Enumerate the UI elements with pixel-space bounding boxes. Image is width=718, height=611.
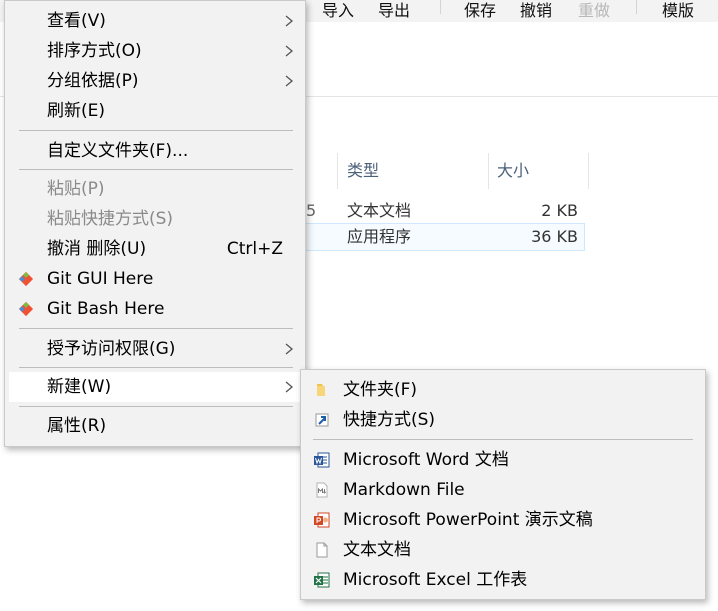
menu-separator bbox=[313, 439, 693, 440]
chevron-right-icon bbox=[285, 381, 294, 393]
excel-icon bbox=[314, 572, 330, 588]
menu-item-refresh[interactable]: 刷新(E) bbox=[5, 96, 305, 126]
template-button[interactable]: 模版 bbox=[662, 0, 694, 21]
submenu-item-label: Microsoft PowerPoint 演示文稿 bbox=[343, 510, 593, 530]
file-type: 应用程序 bbox=[347, 227, 412, 246]
menu-item-undo-delete[interactable]: 撤消 删除(U) Ctrl+Z bbox=[5, 234, 305, 264]
chevron-right-icon bbox=[285, 15, 294, 27]
menu-separator bbox=[19, 406, 293, 407]
menu-item-new[interactable]: 新建(W) bbox=[9, 372, 301, 402]
file-date-fragment: 5 bbox=[306, 201, 317, 220]
menu-separator bbox=[19, 367, 293, 368]
undo-button[interactable]: 撤销 bbox=[520, 0, 552, 21]
submenu-item-label: 快捷方式(S) bbox=[343, 410, 436, 430]
shortcut-arrow-icon bbox=[315, 413, 329, 427]
submenu-item-label: Markdown File bbox=[343, 480, 465, 500]
menu-item-label: 粘贴(P) bbox=[47, 179, 105, 199]
menu-item-label: 属性(R) bbox=[47, 416, 107, 436]
menu-item-label: Git GUI Here bbox=[47, 269, 154, 289]
submenu-item-folder[interactable]: 文件夹(F) bbox=[301, 375, 705, 405]
menu-item-shortcut: Ctrl+Z bbox=[226, 239, 283, 259]
submenu-item-excel[interactable]: Microsoft Excel 工作表 bbox=[301, 565, 705, 595]
submenu-item-label: Microsoft Word 文档 bbox=[343, 450, 509, 470]
git-diamond-icon bbox=[18, 271, 34, 287]
powerpoint-icon bbox=[314, 512, 330, 528]
context-menu: 查看(V) 排序方式(O) 分组依据(P) 刷新(E) 自定义文件夹(F)...… bbox=[4, 0, 306, 447]
file-size: 36 KB bbox=[531, 227, 578, 246]
menu-item-label: 排序方式(O) bbox=[47, 41, 142, 61]
menu-item-label: 分组依据(P) bbox=[47, 71, 139, 91]
menu-item-sort[interactable]: 排序方式(O) bbox=[5, 36, 305, 66]
folder-icon bbox=[317, 384, 325, 396]
menu-item-label: 新建(W) bbox=[47, 377, 112, 397]
submenu-item-label: Microsoft Excel 工作表 bbox=[343, 570, 528, 590]
text-file-icon bbox=[316, 542, 328, 558]
chevron-right-icon bbox=[285, 45, 294, 57]
submenu-item-label: 文本文档 bbox=[343, 540, 411, 560]
menu-separator bbox=[19, 130, 293, 131]
submenu-item-powerpoint[interactable]: Microsoft PowerPoint 演示文稿 bbox=[301, 505, 705, 535]
redo-button[interactable]: 重做 bbox=[578, 0, 610, 21]
word-doc-icon bbox=[314, 452, 330, 468]
menu-item-paste-shortcut[interactable]: 粘贴快捷方式(S) bbox=[5, 204, 305, 234]
menu-item-group[interactable]: 分组依据(P) bbox=[5, 66, 305, 96]
toolbar-divider bbox=[636, 0, 637, 14]
menu-item-customize-folder[interactable]: 自定义文件夹(F)... bbox=[5, 136, 305, 166]
menu-item-label: Git Bash Here bbox=[47, 299, 165, 319]
menu-item-label: 查看(V) bbox=[47, 11, 106, 31]
menu-item-git-bash[interactable]: Git Bash Here bbox=[5, 294, 305, 324]
menu-separator bbox=[19, 169, 293, 170]
markdown-file-icon bbox=[316, 482, 328, 498]
file-type: 文本文档 bbox=[347, 201, 412, 220]
column-header-type[interactable]: 类型 bbox=[347, 153, 379, 189]
file-size: 2 KB bbox=[541, 201, 578, 220]
chevron-right-icon bbox=[285, 343, 294, 355]
menu-item-label: 授予访问权限(G) bbox=[47, 339, 176, 359]
file-row[interactable]: 5 文本文档 2 KB bbox=[300, 198, 584, 224]
chevron-right-icon bbox=[285, 75, 294, 87]
menu-item-git-gui[interactable]: Git GUI Here bbox=[5, 264, 305, 294]
menu-separator bbox=[19, 328, 293, 329]
menu-item-paste[interactable]: 粘贴(P) bbox=[5, 174, 305, 204]
column-header-size[interactable]: 大小 bbox=[497, 153, 529, 189]
import-button[interactable]: 导入 bbox=[322, 0, 354, 21]
menu-item-properties[interactable]: 属性(R) bbox=[5, 411, 305, 441]
submenu-item-shortcut[interactable]: 快捷方式(S) bbox=[301, 405, 705, 435]
menu-item-label: 撤消 删除(U) bbox=[47, 239, 147, 259]
export-button[interactable]: 导出 bbox=[378, 0, 410, 21]
submenu-item-word-doc[interactable]: Microsoft Word 文档 bbox=[301, 445, 705, 475]
submenu-item-text-doc[interactable]: 文本文档 bbox=[301, 535, 705, 565]
menu-item-label: 刷新(E) bbox=[47, 101, 106, 121]
column-divider[interactable] bbox=[488, 153, 489, 189]
column-divider[interactable] bbox=[588, 153, 589, 189]
column-divider[interactable] bbox=[337, 153, 338, 189]
menu-item-label: 粘贴快捷方式(S) bbox=[47, 209, 174, 229]
git-diamond-icon bbox=[18, 301, 34, 317]
toolbar-divider bbox=[440, 0, 441, 14]
new-submenu: 文件夹(F) 快捷方式(S) Microsoft Word 文档 Markdow… bbox=[300, 369, 706, 600]
save-button[interactable]: 保存 bbox=[464, 0, 496, 21]
submenu-item-markdown[interactable]: Markdown File bbox=[301, 475, 705, 505]
file-row-selected[interactable]: 应用程序 36 KB bbox=[300, 223, 585, 251]
menu-item-grant-access[interactable]: 授予访问权限(G) bbox=[5, 334, 305, 364]
submenu-item-label: 文件夹(F) bbox=[343, 380, 418, 400]
menu-item-view[interactable]: 查看(V) bbox=[5, 6, 305, 36]
menu-item-label: 自定义文件夹(F)... bbox=[47, 141, 189, 161]
